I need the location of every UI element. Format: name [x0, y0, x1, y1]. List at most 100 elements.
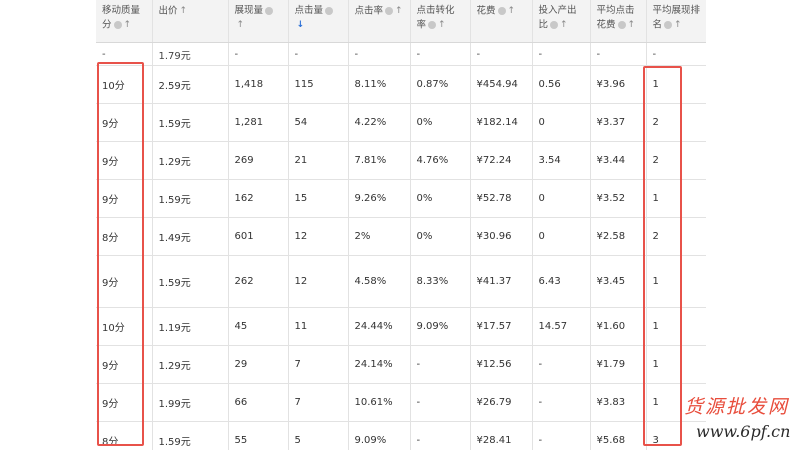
table-cell: 4.76% — [409, 141, 470, 180]
table-cell: - — [531, 421, 590, 450]
table-cell: 115 — [287, 65, 348, 104]
table-cell: 2.59元 — [151, 65, 228, 104]
table-cell: 1.59元 — [151, 421, 228, 450]
table-cell: 0 — [531, 217, 590, 256]
table-cell: ¥3.96 — [589, 65, 646, 104]
help-icon[interactable] — [265, 6, 274, 15]
table-row: 8分 1.49元 601 12 2% 0% ¥30.96 0 ¥2.58 2 — [96, 217, 706, 256]
table-cell: 0% — [409, 217, 470, 256]
table-cell: ¥30.96 — [469, 217, 532, 256]
column-header-0[interactable]: 移动质量分 ↑ — [96, 0, 152, 43]
table-cell: ¥2.58 — [589, 217, 646, 256]
table-cell: 1.49元 — [151, 217, 228, 256]
table-row: 8分 1.59元 55 5 9.09% - ¥28.41- ¥5.68 3 — [96, 421, 706, 450]
help-icon[interactable] — [550, 21, 559, 29]
table-cell: - — [409, 345, 470, 384]
table-cell: ¥182.14 — [469, 103, 532, 142]
table-cell: 9.09% — [409, 307, 470, 346]
table-body: -1.79元 - - - - - - - -10分 2.59元 1,418 115 8.11% 0.87%… — [96, 42, 706, 450]
table-cell: ¥3.44 — [589, 141, 646, 180]
table-cell: ¥41.37 — [469, 255, 532, 308]
table-row: 9分 1.29元 269 21 7.81% 4.76% ¥72.24 3.54 ¥3.44 2 — [96, 141, 706, 180]
sort-asc-icon[interactable]: ↑ — [560, 18, 568, 32]
table-cell: 0% — [409, 179, 470, 218]
table-header: 移动质量分 ↑ 出价 ↑ 展现量↑ 点击量↓ 点击率 ↑ 点击转化率 ↑ 花费 ↑ 投入产出比 ↑ 平均点击… — [96, 0, 706, 43]
average-row: -1.79元 - - - - - - - - — [96, 42, 706, 66]
table-cell: ¥26.79 — [469, 383, 532, 422]
sort-asc-icon[interactable]: ↑ — [438, 18, 446, 32]
table-cell: ¥3.45 — [589, 255, 646, 308]
table-cell: 262 — [227, 255, 288, 308]
column-header-1[interactable]: 出价 ↑ — [151, 0, 228, 43]
table-cell: 3.54 — [531, 141, 590, 180]
watermark-chinese-text: 货源批发网 — [684, 396, 790, 418]
help-icon[interactable] — [325, 6, 334, 15]
table-cell: 1.59元 — [151, 103, 228, 142]
table-cell: ¥3.52 — [589, 179, 646, 218]
table-cell: - — [287, 42, 348, 66]
column-header-3[interactable]: 点击量 ↓ — [287, 0, 348, 43]
column-header-9[interactable]: 平均展现排名 ↑ — [645, 0, 706, 43]
table-cell: - — [531, 383, 590, 422]
table-cell: - — [227, 42, 288, 66]
table-cell: - — [469, 42, 532, 66]
help-icon[interactable] — [497, 7, 506, 15]
table-cell: ¥28.41 — [469, 421, 532, 450]
sort-desc-icon[interactable]: ↓ — [297, 18, 305, 32]
table-cell: 7 — [287, 345, 348, 384]
column-header-8[interactable]: 平均点击花费 ↑ — [589, 0, 646, 43]
sort-asc-icon[interactable]: ↑ — [395, 4, 403, 18]
table-cell: 1,281 — [227, 103, 288, 142]
sort-asc-icon[interactable]: ↑ — [508, 4, 516, 18]
quality-score-highlight-box — [97, 62, 144, 446]
help-icon[interactable] — [664, 21, 673, 29]
table-cell: 7 — [287, 383, 348, 422]
table-cell: ¥454.94 — [469, 65, 532, 104]
column-header-2[interactable]: 展现量 ↑ — [227, 0, 288, 43]
help-icon[interactable] — [385, 7, 394, 15]
table-cell: 55 — [227, 421, 288, 450]
table-row: 9分 1.59元 262 12 4.58% 8.33% ¥41.37 6.43 ¥3.45 1 — [96, 255, 706, 308]
column-header-7[interactable]: 投入产出比 ↑ — [531, 0, 590, 43]
table-cell: 4.58% — [347, 255, 410, 308]
column-header-4[interactable]: 点击率 ↑ — [347, 0, 410, 43]
table-cell: 11 — [287, 307, 348, 346]
table-row: 9分 1.59元 1,281 54 4.22% 0% ¥182.14 0 ¥3.37 2 — [96, 103, 706, 142]
table-cell: 601 — [227, 217, 288, 256]
help-icon[interactable] — [617, 21, 626, 29]
sort-asc-icon[interactable]: ↑ — [237, 18, 245, 32]
sort-asc-icon[interactable]: ↑ — [180, 4, 188, 18]
table-cell: 9.26% — [347, 179, 410, 218]
column-header-5[interactable]: 点击转化率 ↑ — [409, 0, 470, 43]
table-cell: 0% — [409, 103, 470, 142]
table-row: 10分 1.19元 45 11 24.44% 9.09% ¥17.57 14.57 ¥1.60 1 — [96, 307, 706, 346]
table-cell: 0.56 — [531, 65, 590, 104]
table-cell: 24.44% — [347, 307, 410, 346]
table-cell: ¥3.37 — [589, 103, 646, 142]
sort-asc-icon[interactable]: ↑ — [674, 18, 682, 32]
sort-asc-icon[interactable]: ↑ — [628, 18, 636, 32]
table-row: 9分 1.59元 162 15 9.26% 0% ¥52.78 0 ¥3.52 1 — [96, 179, 706, 218]
column-header-label: 出价 — [158, 5, 178, 17]
help-icon[interactable] — [428, 21, 437, 29]
table-cell: - — [409, 383, 470, 422]
table-cell: 15 — [287, 179, 348, 218]
table-cell: 9.09% — [347, 421, 410, 450]
table-cell: 21 — [287, 141, 348, 180]
keyword-report-table-wrap: 移动质量分 ↑ 出价 ↑ 展现量↑ 点击量↓ 点击率 ↑ 点击转化率 ↑ 花费 ↑ 投入产出比 ↑ 平均点击… — [96, 0, 706, 450]
help-icon[interactable] — [113, 21, 122, 29]
table-cell: 7.81% — [347, 141, 410, 180]
table-cell: 8.33% — [409, 255, 470, 308]
sort-asc-icon[interactable]: ↑ — [124, 18, 132, 32]
table-cell: ¥1.79 — [589, 345, 646, 384]
table-cell: 269 — [227, 141, 288, 180]
table-cell: ¥3.83 — [589, 383, 646, 422]
avg-rank-highlight-box — [643, 66, 682, 446]
column-header-6[interactable]: 花费 ↑ — [469, 0, 532, 43]
table-cell: ¥1.60 — [589, 307, 646, 346]
table-row: 9分 1.99元 66 7 10.61% - ¥26.79- ¥3.83 1 — [96, 383, 706, 422]
table-cell: 0 — [531, 179, 590, 218]
table-cell: - — [531, 345, 590, 384]
table-cell: 1.59元 — [151, 179, 228, 218]
table-cell: 24.14% — [347, 345, 410, 384]
